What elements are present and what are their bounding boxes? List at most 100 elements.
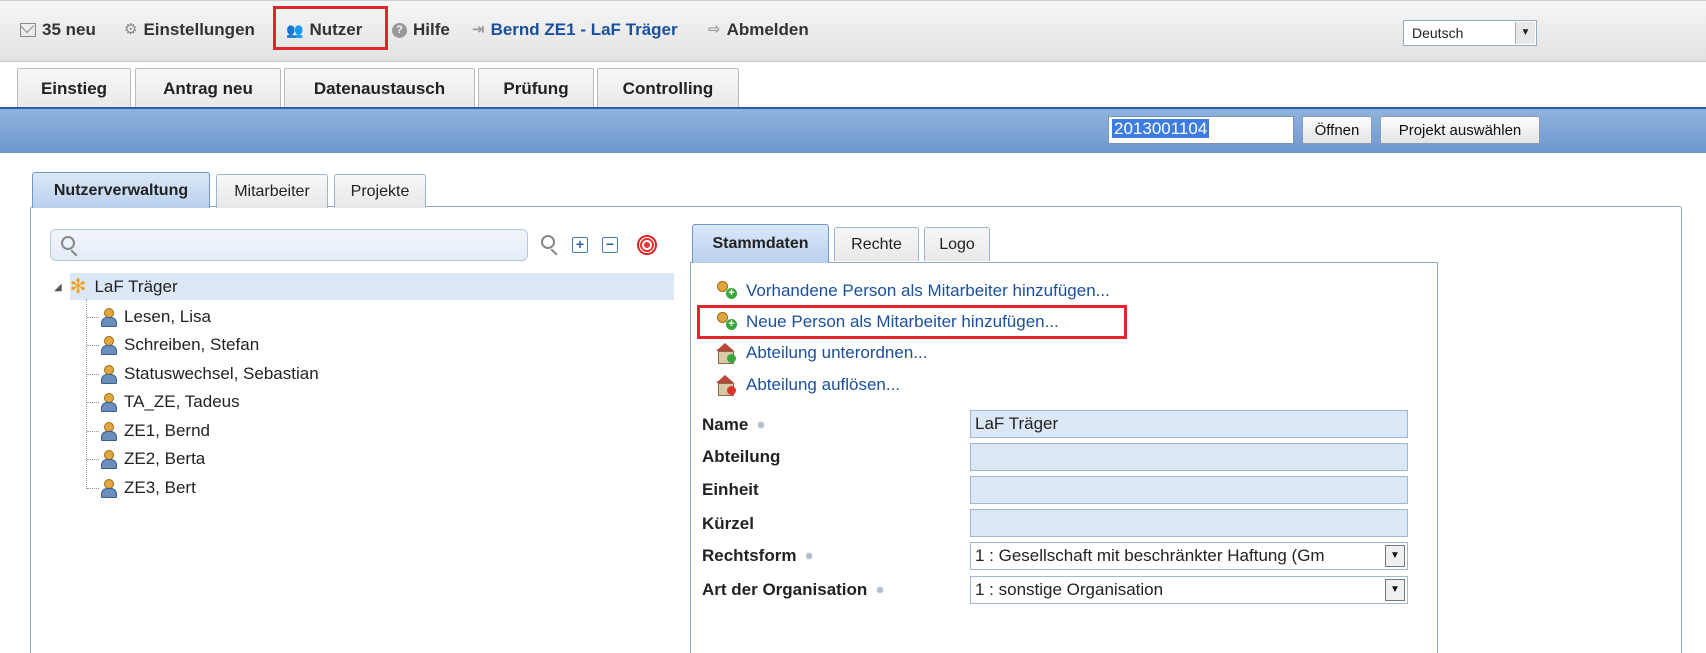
users-link[interactable]: 👥 Nutzer [286,18,362,42]
logout-icon: ⇨ [708,21,721,38]
required-icon: ✹ [804,550,814,563]
settings-link[interactable]: ⚙ Einstellungen [124,18,255,42]
tab-einstieg[interactable]: Einstieg [17,68,131,108]
tree-connector [87,374,99,375]
einheit-field[interactable] [970,476,1408,504]
help-link[interactable]: ? Hilfe [392,18,450,42]
add-new-person-link[interactable]: Neue Person als Mitarbeiter hinzufügen..… [714,309,1059,335]
required-icon: ✹ [875,584,885,597]
rechtsform-label-text: Rechtsform [702,546,797,565]
tab-pruefung[interactable]: Prüfung [478,68,594,108]
login-arrow-icon: ⇥ [472,21,485,38]
settings-label: Einstellungen [143,20,255,39]
abteilung-field[interactable] [970,443,1408,471]
person-icon [100,336,117,355]
tab-datenaustausch[interactable]: Datenaustausch [284,68,475,108]
tab-controlling[interactable]: Controlling [597,68,739,108]
kuerzel-field[interactable] [970,509,1408,537]
art-organisation-select[interactable]: 1 : sonstige Organisation ▼ [970,576,1408,604]
person-icon [100,393,117,412]
search-icon [61,236,75,250]
tree-root-node[interactable]: ◢ ✻ LaF Träger [54,274,178,300]
name-label-text: Name [702,415,749,434]
tree-guide-line [86,299,87,489]
rechtsform-select[interactable]: 1 : Gesellschaft mit beschränkter Haftun… [970,542,1408,570]
kuerzel-label: Kürzel [702,514,754,533]
subordinate-department-link[interactable]: Abteilung unterordnen... [714,340,927,366]
einheit-label: Einheit [702,480,759,499]
locate-target-icon[interactable] [637,235,657,255]
add-person-icon [714,281,737,301]
chevron-down-icon[interactable]: ▼ [1515,22,1535,44]
logout-label: Abmelden [726,20,809,39]
tree-item-label: ZE1, Bernd [124,421,210,440]
open-project-button[interactable]: Öffnen [1302,116,1372,144]
add-person-icon [714,312,737,332]
tree-item-person[interactable]: ZE1, Bernd [100,418,210,444]
tab-antrag-neu[interactable]: Antrag neu [135,68,281,108]
add-existing-person-label: Vorhandene Person als Mitarbeiter hinzuf… [746,281,1110,300]
house-remove-icon [714,375,736,396]
expand-all-icon[interactable]: + [572,237,588,253]
subordinate-department-label: Abteilung unterordnen... [746,343,928,362]
add-existing-person-link[interactable]: Vorhandene Person als Mitarbeiter hinzuf… [714,278,1110,304]
tree-connector [87,431,99,432]
person-icon [100,365,117,384]
dissolve-department-label: Abteilung auflösen... [746,375,901,394]
art-organisation-label: Art der Organisation ✹ [702,580,885,600]
name-field[interactable]: LaF Träger [970,410,1408,438]
organization-icon: ✻ [69,276,87,298]
language-value: Deutsch [1412,25,1464,41]
house-add-icon [714,343,736,364]
tab-stammdaten[interactable]: Stammdaten [692,224,829,263]
name-label: Name ✹ [702,415,766,435]
users-icon: 👥 [286,22,304,38]
chevron-down-icon[interactable]: ▼ [1385,579,1405,601]
messages-label: 35 neu [42,20,96,39]
help-icon: ? [392,22,407,38]
tree-item-person[interactable]: ZE2, Berta [100,446,205,472]
logout-link[interactable]: ⇨ Abmelden [708,18,809,42]
person-icon [100,450,117,469]
user-profile-label: Bernd ZE1 - LaF Träger [490,20,678,39]
tree-item-person[interactable]: Lesen, Lisa [100,304,211,330]
select-project-button[interactable]: Projekt auswählen [1380,116,1540,144]
tree-item-person[interactable]: Schreiben, Stefan [100,332,259,358]
tree-connector [87,488,99,489]
person-icon [100,308,117,327]
tree-search-input[interactable] [50,229,528,261]
rechtsform-value: 1 : Gesellschaft mit beschränkter Haftun… [975,546,1325,565]
user-profile-link[interactable]: ⇥ Bernd ZE1 - LaF Träger [472,18,678,42]
tree-connector [87,459,99,460]
tree-item-person[interactable]: Statuswechsel, Sebastian [100,361,319,387]
language-select[interactable]: Deutsch ▼ [1403,20,1537,46]
tab-rechte[interactable]: Rechte [834,227,919,261]
tab-logo[interactable]: Logo [924,227,990,261]
find-icon[interactable] [541,235,555,249]
tree-item-label: Schreiben, Stefan [124,335,260,354]
abteilung-label: Abteilung [702,447,781,466]
chevron-down-icon[interactable]: ▼ [1385,545,1405,567]
gear-icon: ⚙ [124,21,138,38]
person-icon [100,422,117,441]
rechtsform-label: Rechtsform ✹ [702,546,814,566]
add-new-person-label: Neue Person als Mitarbeiter hinzufügen..… [746,312,1059,331]
expand-arrow-icon[interactable]: ◢ [54,282,62,293]
tab-nutzerverwaltung[interactable]: Nutzerverwaltung [32,172,210,208]
project-number-input[interactable]: 2013001104 [1108,116,1294,144]
tab-mitarbeiter[interactable]: Mitarbeiter [216,174,328,208]
users-label: Nutzer [309,20,363,39]
required-icon: ✹ [756,419,766,432]
collapse-all-icon[interactable]: − [602,237,618,253]
art-organisation-label-text: Art der Organisation [702,580,868,599]
mail-icon [20,23,36,37]
tree-item-person[interactable]: TA_ZE, Tadeus [100,389,240,415]
tree-connector [87,345,99,346]
tree-connector [87,402,99,403]
tab-projekte[interactable]: Projekte [334,174,426,208]
messages-link[interactable]: 35 neu [20,18,96,42]
tree-item-person[interactable]: ZE3, Bert [100,475,196,501]
project-number-value: 2013001104 [1112,119,1210,138]
art-organisation-value: 1 : sonstige Organisation [975,580,1164,599]
dissolve-department-link[interactable]: Abteilung auflösen... [714,372,900,398]
